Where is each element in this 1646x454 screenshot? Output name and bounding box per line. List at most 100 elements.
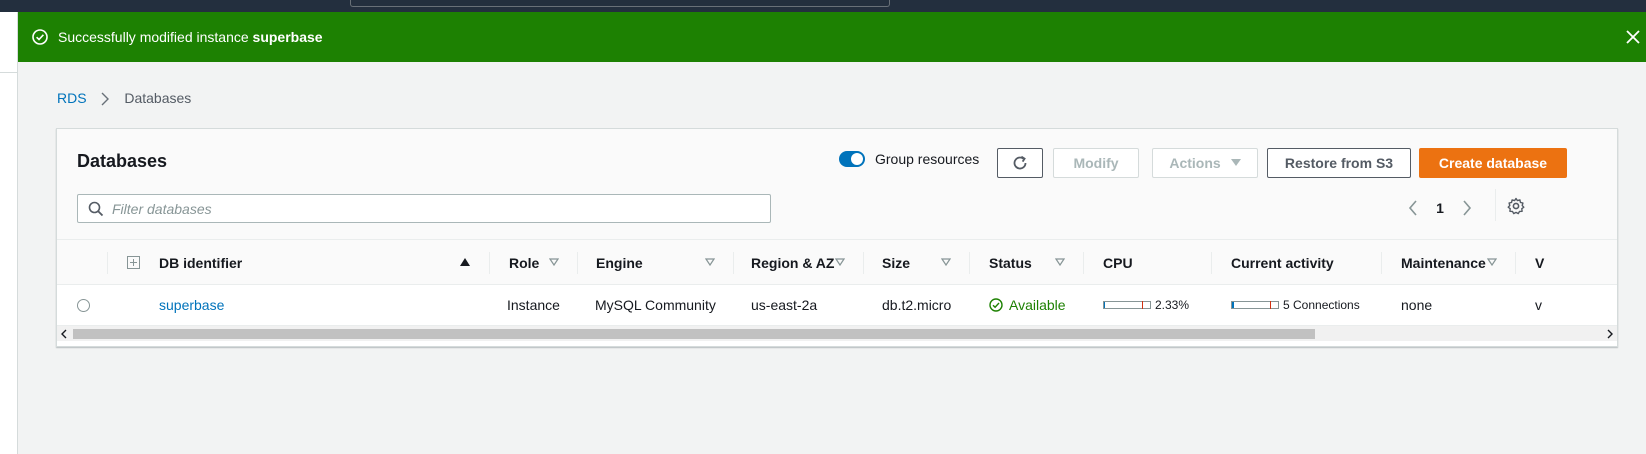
activity-meter-fill bbox=[1232, 302, 1234, 308]
group-resources-label: Group resources bbox=[875, 151, 980, 167]
chevron-right-icon bbox=[1463, 200, 1472, 216]
rail-divider bbox=[0, 72, 18, 73]
chevron-right-icon bbox=[1607, 329, 1613, 339]
group-resources-toggle[interactable]: Group resources bbox=[839, 149, 979, 169]
cpu-meter-track bbox=[1103, 301, 1151, 309]
scroll-right-arrow[interactable] bbox=[1603, 326, 1617, 342]
filter-databases-field[interactable] bbox=[77, 194, 771, 223]
column-divider bbox=[489, 252, 490, 274]
column-divider bbox=[969, 252, 970, 274]
breadcrumb-current: Databases bbox=[124, 90, 192, 106]
column-divider bbox=[863, 252, 864, 274]
panel-header: Databases Group resources Modify Actions… bbox=[57, 129, 1617, 239]
filter-input[interactable] bbox=[112, 200, 752, 217]
sort-ascending-icon[interactable] bbox=[459, 256, 471, 268]
column-header-maintenance[interactable]: Maintenance bbox=[1401, 240, 1486, 285]
scroll-left-arrow[interactable] bbox=[57, 326, 71, 342]
success-check-icon bbox=[32, 29, 48, 45]
column-divider bbox=[1083, 252, 1084, 274]
pagination-current-page[interactable]: 1 bbox=[1435, 200, 1445, 216]
success-flash-banner: Successfully modified instance superbase bbox=[18, 12, 1646, 62]
status-badge: Available bbox=[989, 297, 1066, 313]
column-divider bbox=[733, 252, 734, 274]
horizontal-scrollbar[interactable] bbox=[57, 325, 1617, 341]
breadcrumb-rds-link[interactable]: RDS bbox=[57, 90, 87, 106]
databases-panel: Databases Group resources Modify Actions… bbox=[56, 128, 1618, 347]
db-identifier-link[interactable]: superbase bbox=[159, 297, 224, 313]
pager-divider bbox=[1495, 189, 1496, 221]
column-header-label: Maintenance bbox=[1401, 254, 1486, 271]
cell-maintenance: none bbox=[1401, 297, 1433, 313]
cell-engine: MySQL Community bbox=[595, 297, 716, 313]
cpu-value: 2.33% bbox=[1155, 298, 1190, 312]
column-divider bbox=[577, 252, 578, 274]
top-navigation-bar bbox=[0, 0, 1646, 12]
refresh-icon bbox=[1013, 155, 1027, 170]
column-divider bbox=[107, 252, 108, 274]
column-header-current-activity[interactable]: Current activity bbox=[1231, 240, 1334, 285]
caret-down-icon bbox=[1230, 159, 1241, 166]
activity-meter-threshold bbox=[1270, 301, 1271, 309]
column-header-region-az[interactable]: Region & AZ bbox=[751, 240, 834, 285]
chevron-left-icon bbox=[1408, 200, 1417, 216]
sort-descending-icon[interactable] bbox=[705, 257, 715, 267]
toggle-knob bbox=[851, 153, 863, 165]
column-divider bbox=[1515, 252, 1516, 274]
expand-all-icon[interactable] bbox=[127, 256, 140, 269]
flash-message: Successfully modified instance superbase bbox=[58, 29, 323, 45]
breadcrumb: RDS Databases bbox=[57, 90, 191, 106]
column-header-label: Current activity bbox=[1231, 254, 1334, 271]
cell-size: db.t2.micro bbox=[882, 297, 952, 313]
pagination: 1 bbox=[1405, 195, 1475, 221]
search-icon bbox=[88, 201, 104, 216]
flash-message-prefix: Successfully modified instance bbox=[58, 29, 253, 45]
create-database-button[interactable]: Create database bbox=[1419, 148, 1567, 178]
left-navigation-rail bbox=[0, 12, 18, 454]
column-header-label: Region & AZ bbox=[751, 254, 835, 271]
column-divider bbox=[1211, 252, 1212, 274]
column-header-label: Role bbox=[509, 254, 540, 271]
actions-label: Actions bbox=[1169, 155, 1221, 171]
global-search-field[interactable] bbox=[350, 0, 890, 7]
cell-region-az: us-east-2a bbox=[751, 297, 818, 313]
settings-gear-icon[interactable] bbox=[1507, 197, 1525, 215]
cell-vpc: v bbox=[1535, 297, 1542, 313]
table-row[interactable]: superbase Instance MySQL Community us-ea… bbox=[57, 285, 1617, 325]
column-header-label: Status bbox=[989, 254, 1032, 271]
column-header-label: V bbox=[1535, 254, 1545, 271]
pagination-next[interactable] bbox=[1459, 199, 1475, 217]
chevron-right-icon bbox=[101, 92, 110, 106]
close-icon[interactable] bbox=[1624, 28, 1642, 46]
cpu-meter-fill bbox=[1104, 302, 1105, 308]
column-header-label: Engine bbox=[596, 254, 643, 271]
activity-meter: 5 Connections bbox=[1231, 297, 1360, 313]
cell-role: Instance bbox=[507, 297, 560, 313]
scrollbar-thumb[interactable] bbox=[73, 329, 1315, 339]
sort-descending-icon[interactable] bbox=[835, 257, 845, 267]
toggle-track[interactable] bbox=[839, 151, 865, 167]
sort-descending-icon[interactable] bbox=[549, 257, 559, 267]
pagination-previous[interactable] bbox=[1405, 199, 1421, 217]
column-header-status[interactable]: Status bbox=[989, 240, 1032, 285]
actions-button[interactable]: Actions bbox=[1152, 148, 1258, 178]
sort-descending-icon[interactable] bbox=[1055, 257, 1065, 267]
refresh-button[interactable] bbox=[997, 148, 1043, 178]
row-select-radio[interactable] bbox=[77, 299, 90, 312]
restore-from-s3-button[interactable]: Restore from S3 bbox=[1267, 148, 1411, 178]
column-header-label: Size bbox=[882, 254, 911, 271]
column-header-label: DB identifier bbox=[159, 254, 243, 271]
column-header-size[interactable]: Size bbox=[882, 240, 910, 285]
column-header-vpc[interactable]: V bbox=[1535, 240, 1545, 285]
activity-value[interactable]: 5 Connections bbox=[1283, 297, 1360, 313]
success-check-icon bbox=[989, 298, 1003, 312]
column-header-role[interactable]: Role bbox=[509, 240, 539, 285]
column-header-db-identifier[interactable]: DB identifier bbox=[159, 240, 242, 285]
table-header: DB identifier Role Engine Region & AZ Si… bbox=[57, 239, 1617, 285]
column-header-cpu[interactable]: CPU bbox=[1103, 240, 1133, 285]
modify-button[interactable]: Modify bbox=[1053, 148, 1139, 178]
activity-meter-track bbox=[1231, 301, 1279, 309]
column-header-engine[interactable]: Engine bbox=[596, 240, 643, 285]
sort-descending-icon[interactable] bbox=[941, 257, 951, 267]
sort-descending-icon[interactable] bbox=[1487, 257, 1497, 267]
column-header-label: CPU bbox=[1103, 254, 1133, 271]
